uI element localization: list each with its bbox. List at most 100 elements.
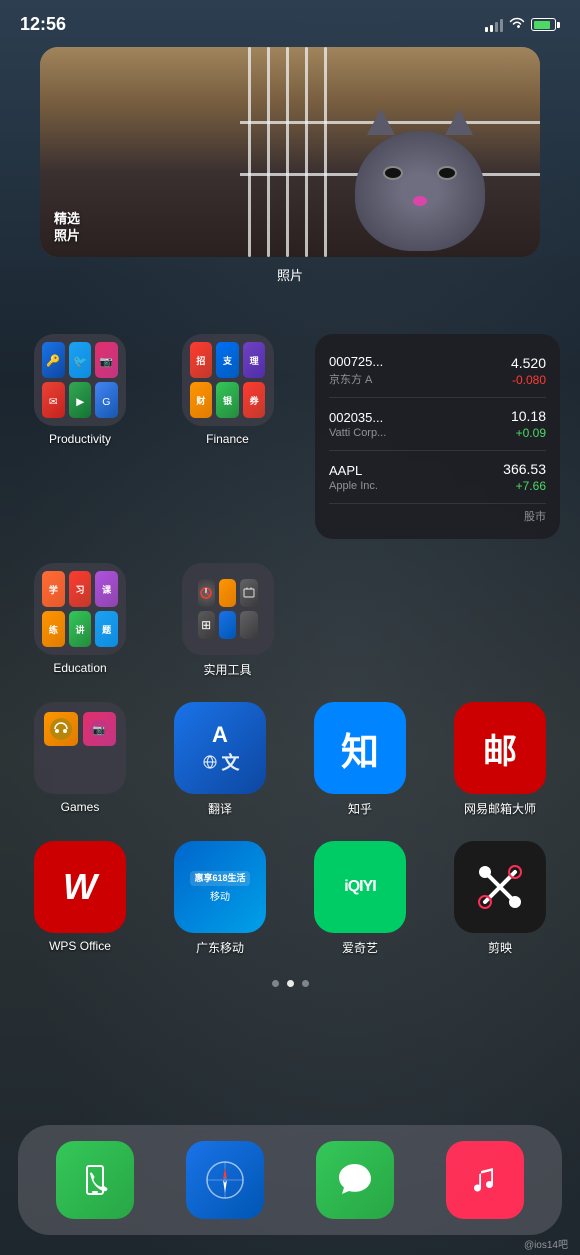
jianying-label: 剪映 xyxy=(488,939,512,956)
music-svg xyxy=(463,1158,507,1202)
photo-scene xyxy=(40,47,540,257)
wps-char: W xyxy=(63,866,97,908)
stocks-app-label: 股市 xyxy=(329,508,546,524)
edu-app-1: 学 xyxy=(42,571,65,607)
svg-text:🐦: 🐦 xyxy=(73,356,87,368)
translate-label: 翻译 xyxy=(208,800,232,817)
wps-app-icon[interactable]: W xyxy=(34,841,126,933)
games-label: Games xyxy=(61,800,100,814)
fin-app-6: 券 xyxy=(243,382,266,418)
mobile-banner: 惠享618生活 xyxy=(190,871,249,887)
stocks-widget[interactable]: 000725... 京东方 A 4.520 -0.080 002035... V… xyxy=(315,334,560,539)
safari-svg xyxy=(202,1157,248,1203)
translate-char-a: A xyxy=(212,722,228,748)
fin-app-4: 财 xyxy=(190,382,213,418)
photo-widget[interactable]: 精选 照片 xyxy=(40,47,540,257)
messages-svg xyxy=(333,1158,377,1202)
email-label: 网易邮箱大师 xyxy=(464,800,536,817)
fin-app-5: 银 xyxy=(216,382,239,418)
svg-text:🔑: 🔑 xyxy=(46,354,60,368)
utility-folder-icon[interactable]: ⊞ xyxy=(182,563,274,655)
iqiyi-text: iQIYI xyxy=(344,878,375,896)
svg-text:✉: ✉ xyxy=(49,396,58,408)
dock-phone[interactable] xyxy=(56,1141,134,1219)
finance-label: Finance xyxy=(206,432,249,446)
education-folder-icon[interactable]: 学 习 课 练 讲 题 xyxy=(34,563,126,655)
folder-app-4: ✉ xyxy=(42,382,65,418)
finance-folder[interactable]: 招 支 理 财 银 券 Finance xyxy=(168,334,288,539)
dock-safari[interactable] xyxy=(186,1141,264,1219)
stock-1-change: -0.080 xyxy=(511,373,546,387)
zhihu-char: 知 xyxy=(341,721,379,776)
dock-music-icon[interactable] xyxy=(446,1141,524,1219)
mobile-app-icon[interactable]: 惠享618生活 移动 xyxy=(174,841,266,933)
wps-app[interactable]: W WPS Office xyxy=(20,841,140,956)
photo-app-label: 照片 xyxy=(20,265,560,284)
finance-folder-icon[interactable]: 招 支 理 财 银 券 xyxy=(182,334,274,426)
email-app-icon[interactable]: 邮 xyxy=(454,702,546,794)
folder-app-1: 🔑 xyxy=(42,342,65,378)
stock-2-name: Vatti Corp... xyxy=(329,427,386,439)
fin-app-3: 理 xyxy=(243,342,266,378)
dock-safari-icon[interactable] xyxy=(186,1141,264,1219)
dot-3 xyxy=(302,980,309,987)
iqiyi-label: 爱奇艺 xyxy=(342,939,378,956)
stock-1-name: 京东方 A xyxy=(329,371,383,387)
email-char: 邮 xyxy=(483,724,517,773)
edu-app-2: 习 xyxy=(69,571,92,607)
jianying-app-icon[interactable] xyxy=(454,841,546,933)
dock-messages-icon[interactable] xyxy=(316,1141,394,1219)
education-folder[interactable]: 学 习 课 练 讲 题 Education xyxy=(20,563,140,678)
folder-app-3: 📷 xyxy=(95,342,118,378)
zhihu-app[interactable]: 知 知乎 xyxy=(300,702,420,817)
folder-app-6: G xyxy=(95,382,118,418)
stock-3-name: Apple Inc. xyxy=(329,480,378,492)
watermark: @ios14吧 xyxy=(524,1236,568,1251)
svg-text:📷: 📷 xyxy=(93,725,105,736)
home-screen: 🔑 🐦 📷 ✉ ▶ G Productivity xyxy=(0,284,580,956)
battery-icon xyxy=(531,18,560,31)
fin-app-2: 支 xyxy=(216,342,239,378)
stock-1-code: 000725... xyxy=(329,354,383,369)
games-folder-icon[interactable]: 📷 xyxy=(34,702,126,794)
stock-3-code: AAPL xyxy=(329,463,378,478)
dock-music[interactable] xyxy=(446,1141,524,1219)
stock-2-code: 002035... xyxy=(329,410,386,425)
signal-icon xyxy=(485,18,503,32)
photo-widget-container[interactable]: 精选 照片 照片 xyxy=(20,47,560,284)
app-row-1: 🔑 🐦 📷 ✉ ▶ G Productivity xyxy=(20,334,560,539)
translate-app-icon[interactable]: A 文 xyxy=(174,702,266,794)
phone-svg xyxy=(75,1160,115,1200)
folder-app-2: 🐦 xyxy=(69,342,92,378)
stock-2-change: +0.09 xyxy=(511,426,546,440)
productivity-folder-icon[interactable]: 🔑 🐦 📷 ✉ ▶ G xyxy=(34,334,126,426)
iqiyi-app[interactable]: iQIYI 爱奇艺 xyxy=(300,841,420,956)
svg-text:📷: 📷 xyxy=(100,356,113,368)
games-folder[interactable]: 📷 Games xyxy=(20,702,140,817)
mobile-app[interactable]: 惠享618生活 移动 广东移动 xyxy=(160,841,280,956)
mobile-sub: 移动 xyxy=(210,888,230,903)
stock-row-1: 000725... 京东方 A 4.520 -0.080 xyxy=(329,344,546,398)
edu-app-5: 讲 xyxy=(69,611,92,647)
utility-folder[interactable]: ⊞ 实用工具 xyxy=(168,563,288,678)
zhihu-label: 知乎 xyxy=(348,800,372,817)
stock-row-2: 002035... Vatti Corp... 10.18 +0.09 xyxy=(329,398,546,451)
status-bar: 12:56 xyxy=(0,0,580,39)
app-row-2: 学 习 课 练 讲 题 Education xyxy=(20,563,560,678)
dock xyxy=(18,1125,562,1235)
edu-app-3: 课 xyxy=(95,571,118,607)
zhihu-app-icon[interactable]: 知 xyxy=(314,702,406,794)
email-app[interactable]: 邮 网易邮箱大师 xyxy=(440,702,560,817)
svg-text:▶: ▶ xyxy=(76,396,85,408)
wps-label: WPS Office xyxy=(49,939,111,953)
stock-row-3: AAPL Apple Inc. 366.53 +7.66 xyxy=(329,451,546,504)
status-time: 12:56 xyxy=(20,14,66,35)
status-icons xyxy=(485,17,560,32)
translate-app[interactable]: A 文 翻译 xyxy=(160,702,280,817)
productivity-folder[interactable]: 🔑 🐦 📷 ✉ ▶ G Productivity xyxy=(20,334,140,539)
iqiyi-app-icon[interactable]: iQIYI xyxy=(314,841,406,933)
dock-messages[interactable] xyxy=(316,1141,394,1219)
jianying-app[interactable]: 剪映 xyxy=(440,841,560,956)
dock-phone-icon[interactable] xyxy=(56,1141,134,1219)
stocks-widget-body[interactable]: 000725... 京东方 A 4.520 -0.080 002035... V… xyxy=(315,334,560,539)
